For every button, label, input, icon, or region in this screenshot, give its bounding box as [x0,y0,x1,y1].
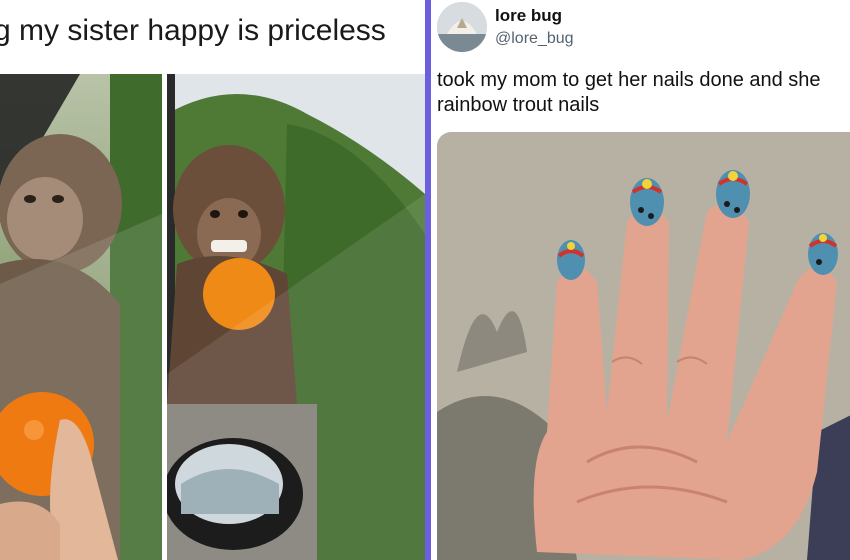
display-name[interactable]: lore bug [495,6,562,26]
avatar[interactable] [437,2,487,52]
nail-1 [557,240,585,280]
nail-4 [808,233,838,275]
nails-photo[interactable] [437,132,850,560]
nail-2 [630,178,664,226]
monkey-photo-right [167,74,425,560]
tweet-panel: lore bug @lore_bug took my mom to get he… [431,0,850,560]
tweet-text-line-1: took my mom to get her nails done and sh… [437,69,821,91]
tweet-text-line-2: rainbow trout nails [437,94,600,116]
nail-3 [716,170,750,218]
tweet-text: took my mom to get her nails done and sh… [437,68,850,118]
monkey-photo-left [0,74,162,560]
user-handle[interactable]: @lore_bug [495,30,574,48]
left-meme-panel: g my sister happy is priceless [0,0,425,560]
meme-caption: g my sister happy is priceless [0,14,386,47]
